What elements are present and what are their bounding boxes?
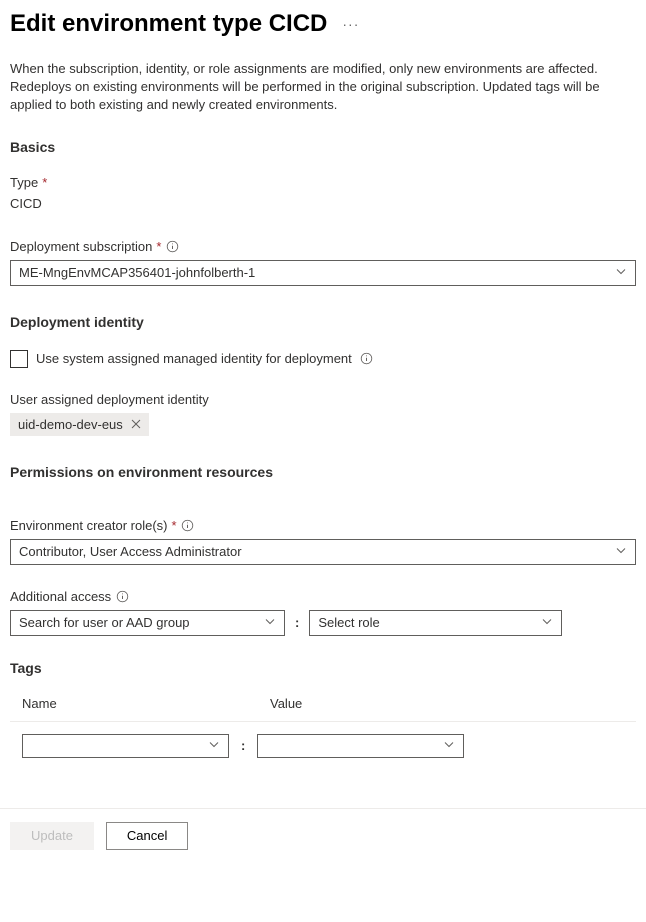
deployment-subscription-value: ME-MngEnvMCAP356401-johnfolberth-1: [19, 265, 255, 280]
user-search-input[interactable]: Search for user or AAD group: [10, 610, 285, 636]
deployment-identity-heading: Deployment identity: [10, 314, 636, 330]
info-icon[interactable]: [115, 589, 129, 603]
type-value: CICD: [10, 196, 636, 211]
tags-name-header: Name: [10, 696, 230, 711]
user-assigned-identity-label: User assigned deployment identity: [10, 392, 209, 407]
update-button: Update: [10, 822, 94, 850]
separator: :: [295, 615, 299, 630]
chevron-down-icon: [615, 544, 627, 559]
deployment-subscription-label: Deployment subscription: [10, 239, 152, 254]
tag-name-input[interactable]: [22, 734, 229, 758]
tags-value-header: Value: [230, 696, 450, 711]
chevron-down-icon: [443, 738, 455, 753]
additional-access-label: Additional access: [10, 589, 111, 604]
page-title: Edit environment type CICD: [10, 10, 327, 38]
info-icon[interactable]: [181, 518, 195, 532]
creator-roles-label: Environment creator role(s): [10, 518, 168, 533]
required-indicator: *: [42, 175, 47, 190]
cancel-button[interactable]: Cancel: [106, 822, 188, 850]
required-indicator: *: [172, 518, 177, 533]
chevron-down-icon: [208, 738, 220, 753]
more-options-icon[interactable]: ···: [342, 16, 359, 32]
info-icon[interactable]: [165, 239, 179, 253]
basics-heading: Basics: [10, 139, 636, 155]
system-identity-checkbox[interactable]: [10, 350, 28, 368]
identity-chip: uid-demo-dev-eus: [10, 413, 149, 436]
creator-roles-value: Contributor, User Access Administrator: [19, 544, 242, 559]
chevron-down-icon: [541, 615, 553, 630]
role-select[interactable]: Select role: [309, 610, 562, 636]
identity-chip-value: uid-demo-dev-eus: [18, 417, 123, 432]
role-select-placeholder: Select role: [318, 615, 379, 630]
type-label: Type: [10, 175, 38, 190]
creator-roles-select[interactable]: Contributor, User Access Administrator: [10, 539, 636, 565]
chevron-down-icon: [264, 615, 276, 630]
user-search-placeholder: Search for user or AAD group: [19, 615, 190, 630]
tags-heading: Tags: [10, 660, 636, 676]
info-icon[interactable]: [360, 352, 374, 366]
permissions-heading: Permissions on environment resources: [10, 464, 636, 480]
tag-value-input[interactable]: [257, 734, 464, 758]
system-identity-label: Use system assigned managed identity for…: [36, 351, 352, 366]
separator: :: [241, 738, 245, 753]
page-description: When the subscription, identity, or role…: [10, 60, 636, 115]
chevron-down-icon: [615, 265, 627, 280]
deployment-subscription-select[interactable]: ME-MngEnvMCAP356401-johnfolberth-1: [10, 260, 636, 286]
close-icon[interactable]: [131, 419, 141, 429]
required-indicator: *: [156, 239, 161, 254]
